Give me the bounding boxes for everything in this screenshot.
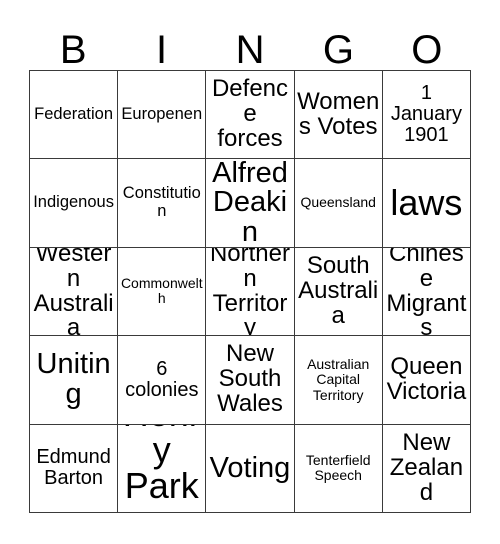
bingo-cell-r3c2[interactable]: Commonwelth <box>118 247 207 337</box>
bingo-cell-label: Chinese Migrants <box>386 247 467 337</box>
header-letter-i: I <box>156 28 168 72</box>
bingo-card: B I N G O Federation Europenen Defence for… <box>0 0 500 544</box>
bingo-cell-r3c4[interactable]: South Australia <box>294 247 383 337</box>
header-letter-g: G <box>322 28 354 72</box>
bingo-cell-label: Commonwelth <box>120 275 203 307</box>
bingo-cell-r1c2[interactable]: Europenen <box>118 71 207 160</box>
bingo-cell-label: laws <box>390 182 463 224</box>
bingo-cell-label: Uniting <box>36 348 111 410</box>
bingo-cell-label: Edmund Barton <box>36 446 111 490</box>
bingo-cell-label: Northern Territory <box>209 247 290 337</box>
bingo-cell-label: Defence forces <box>211 75 289 153</box>
bingo-cell-label: Constitution <box>122 184 201 221</box>
bingo-cell-label: Womens Votes <box>297 87 380 140</box>
bingo-cell-r5c3[interactable]: Voting <box>206 424 295 513</box>
bingo-cell-r5c2[interactable]: Henry Parks <box>118 424 207 513</box>
bingo-cell-label: New Zealand <box>389 428 464 506</box>
bingo-cell-label: Indigenous <box>33 193 114 212</box>
bingo-cell-label: New South Wales <box>217 340 283 418</box>
bingo-cell-r3c5[interactable]: Chinese Migrants <box>382 247 471 337</box>
header-letter-n: N <box>235 28 265 72</box>
bingo-cell-r2c5[interactable]: laws <box>382 159 471 248</box>
bingo-cell-label: Queensland <box>300 194 376 211</box>
bingo-header: B I N G O <box>29 16 471 70</box>
bingo-cell-label: South Australia <box>298 252 379 329</box>
bingo-cell-r1c3[interactable]: Defence forces <box>206 71 295 160</box>
bingo-cell-r4c3[interactable]: New South Wales <box>206 336 295 425</box>
bingo-cell-label: Voting <box>209 451 291 484</box>
bingo-cell-r2c1[interactable]: Indigenous <box>30 159 119 248</box>
bingo-cell-r2c2[interactable]: Constitution <box>118 159 207 248</box>
bingo-cell-r5c5[interactable]: New Zealand <box>382 424 471 513</box>
bingo-cell-label: 1 January 1901 <box>390 81 462 147</box>
bingo-cell-r2c4[interactable]: Queensland <box>294 159 383 248</box>
bingo-cell-r2c3[interactable]: Alfred Deakin <box>206 159 295 248</box>
bingo-cell-r3c1[interactable]: Western Australia <box>30 247 119 337</box>
bingo-cell-r4c5[interactable]: Queen Victoria <box>382 336 471 425</box>
bingo-cell-r1c5[interactable]: 1 January 1901 <box>382 71 471 160</box>
bingo-cell-label: Henry Parks <box>123 425 201 512</box>
header-letter-o: O <box>411 28 443 72</box>
bingo-cell-label: 6 colonies <box>125 357 199 401</box>
bingo-cell-label: Australian Capital Territory <box>307 355 370 403</box>
bingo-cell-label: Queen Victoria <box>386 352 467 405</box>
bingo-cell-r5c1[interactable]: Edmund Barton <box>30 424 119 513</box>
bingo-cell-r3c3[interactable]: Northern Territory <box>206 247 295 337</box>
bingo-cell-label: Europenen <box>121 104 203 123</box>
bingo-cell-label: Federation <box>34 104 114 123</box>
bingo-cell-r1c4[interactable]: Womens Votes <box>294 71 383 160</box>
bingo-grid: Federation Europenen Defence forces Womens … <box>29 70 471 513</box>
bingo-cell-r5c4[interactable]: Tenterfield Speech <box>294 424 383 513</box>
bingo-cell-label: Alfred Deakin <box>212 159 288 248</box>
bingo-cell-label: Western Australia <box>33 247 114 337</box>
bingo-cell-r4c1[interactable]: Uniting <box>30 336 119 425</box>
bingo-cell-r1c1[interactable]: Federation <box>30 71 119 160</box>
bingo-cell-label: Tenterfield Speech <box>305 451 371 484</box>
header-letter-b: B <box>59 28 87 72</box>
bingo-cell-r4c4[interactable]: Australian Capital Territory <box>294 336 383 425</box>
bingo-cell-r4c2[interactable]: 6 colonies <box>118 336 207 425</box>
